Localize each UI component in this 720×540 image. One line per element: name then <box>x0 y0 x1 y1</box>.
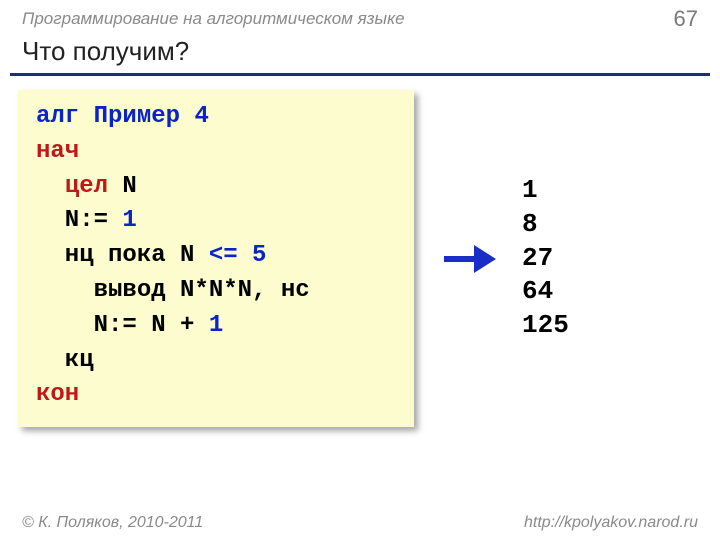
code-kw: цел <box>65 173 108 200</box>
arrow-icon <box>440 239 496 279</box>
output-block: 1 8 27 64 125 <box>522 174 569 343</box>
content-area: алг Пример 4 нач цел N N:= 1 нц пока N <… <box>0 90 720 427</box>
code-op: <= <box>209 242 238 269</box>
footer-copyright: © К. Поляков, 2010-2011 <box>22 514 203 532</box>
page-title: Что получим? <box>0 34 720 73</box>
code-kw: нач <box>36 138 79 165</box>
code-box: алг Пример 4 нач цел N N:= 1 нц пока N <… <box>18 90 414 427</box>
footer: © К. Поляков, 2010-2011 http://kpolyakov… <box>0 514 720 532</box>
header: Программирование на алгоритмическом язык… <box>0 0 720 34</box>
footer-url: http://kpolyakov.narod.ru <box>524 514 698 532</box>
code-text: Пример 4 <box>79 103 209 130</box>
title-rule <box>10 73 710 76</box>
course-label: Программирование на алгоритмическом язык… <box>22 9 405 29</box>
code-text: + <box>166 312 209 339</box>
code-num: 5 <box>252 242 266 269</box>
code-text: нц пока N <box>36 242 209 269</box>
code-text: кц <box>36 347 94 374</box>
page-number: 67 <box>674 6 698 32</box>
code-kw: кон <box>36 381 79 408</box>
code-kw: алг <box>36 103 79 130</box>
code-text: N <box>108 173 137 200</box>
code-num: 1 <box>122 207 136 234</box>
code-text <box>36 173 65 200</box>
code-text: N:= N <box>36 312 166 339</box>
code-text: N:= <box>36 207 122 234</box>
code-text: вывод N*N*N, нс <box>36 277 310 304</box>
code-text <box>238 242 252 269</box>
code-num: 1 <box>209 312 223 339</box>
